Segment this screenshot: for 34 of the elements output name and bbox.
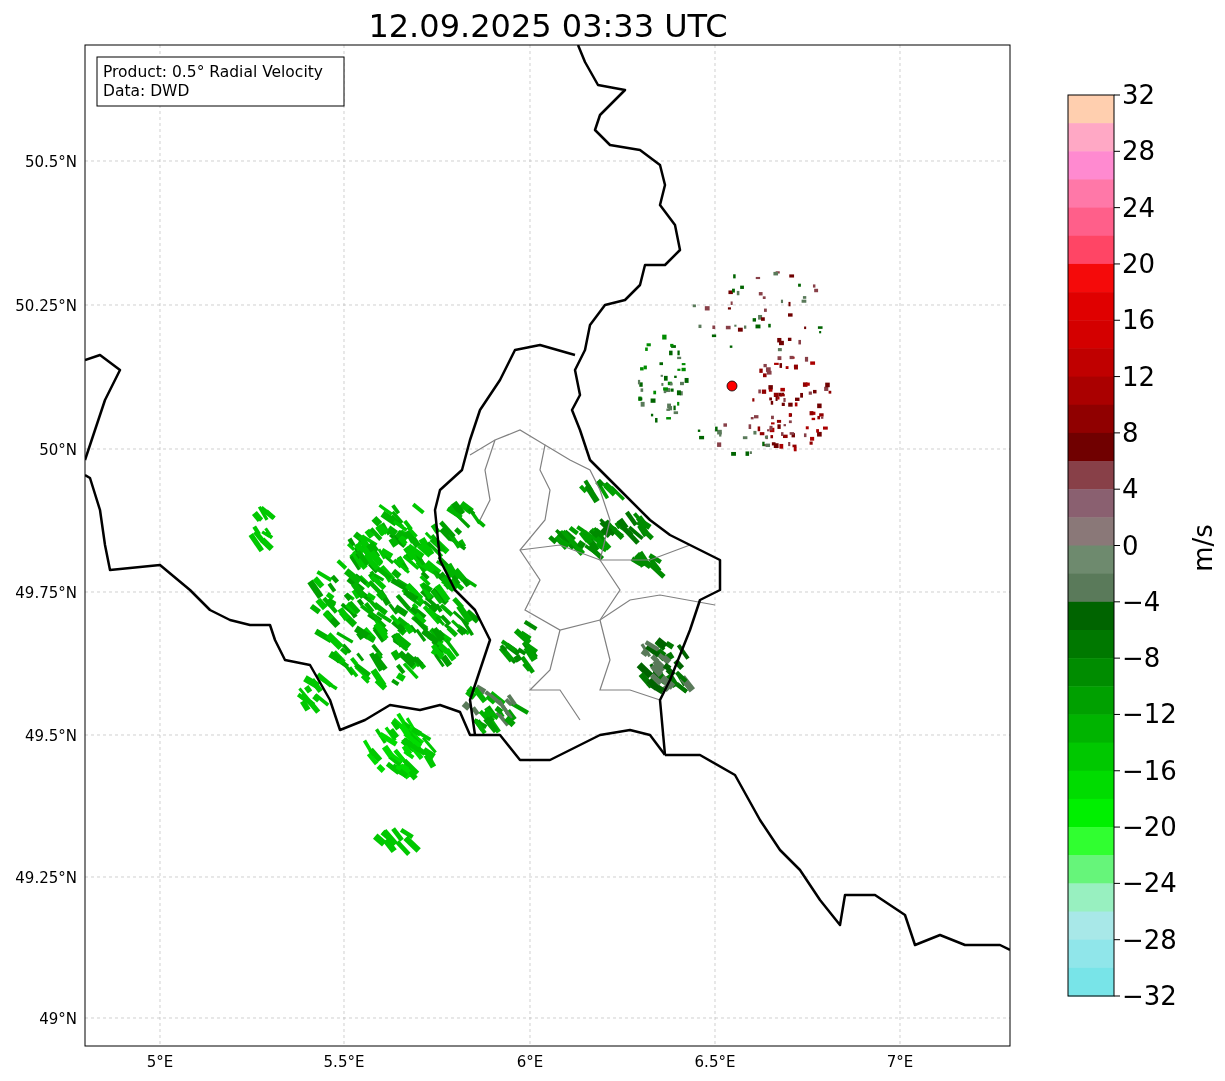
latitude-label: 50°N (39, 441, 77, 459)
colorbar-tick-label: 32 (1122, 80, 1156, 110)
radar-site-marker (726, 380, 738, 392)
colorbar-tick-label: −24 (1122, 868, 1177, 899)
latitude-label: 49°N (39, 1010, 77, 1028)
longitude-label: 7°E (886, 1053, 914, 1071)
latitude-label: 50.25°N (15, 297, 77, 315)
colorbar-tick-label: 8 (1122, 417, 1139, 448)
colorbar-label: m/s (1188, 524, 1218, 572)
latitude-label: 49.75°N (15, 584, 77, 602)
colorbar-tick-label: 24 (1122, 192, 1156, 223)
colorbar-tick-label: −20 (1122, 812, 1177, 843)
colorbar-tick-label: 16 (1122, 305, 1156, 336)
colorbar-tick-label: 28 (1122, 136, 1156, 167)
longitude-label: 5°E (146, 1053, 174, 1071)
chart-title: 12.09.2025 03:33 UTC (368, 7, 728, 45)
colorbar-tick-label: 20 (1122, 248, 1156, 279)
latitude-label: 49.25°N (15, 869, 77, 887)
latitude-label: 50.5°N (24, 153, 77, 171)
longitude-label: 6°E (516, 1053, 544, 1071)
colorbar-tick-label: 0 (1122, 530, 1139, 561)
colorbar-tick-label: −16 (1122, 755, 1177, 786)
colorbar-tick-label: 4 (1122, 474, 1139, 505)
colorbar-tick-label: −28 (1122, 924, 1177, 955)
colorbar-tick-label: −8 (1122, 643, 1161, 674)
colorbar-tick-label: −32 (1122, 981, 1177, 1011)
longitude-label: 6.5°E (694, 1053, 736, 1071)
colorbar-tick-label: −12 (1122, 699, 1177, 730)
latitude-label: 49.5°N (24, 727, 77, 745)
colorbar-tick-label: 12 (1122, 361, 1156, 392)
colorbar-tick-label: −4 (1122, 586, 1161, 617)
info-text: Product: 0.5° Radial Velocity (103, 63, 323, 81)
longitude-label: 5.5°E (323, 1053, 365, 1071)
info-text: Data: DWD (103, 82, 190, 100)
